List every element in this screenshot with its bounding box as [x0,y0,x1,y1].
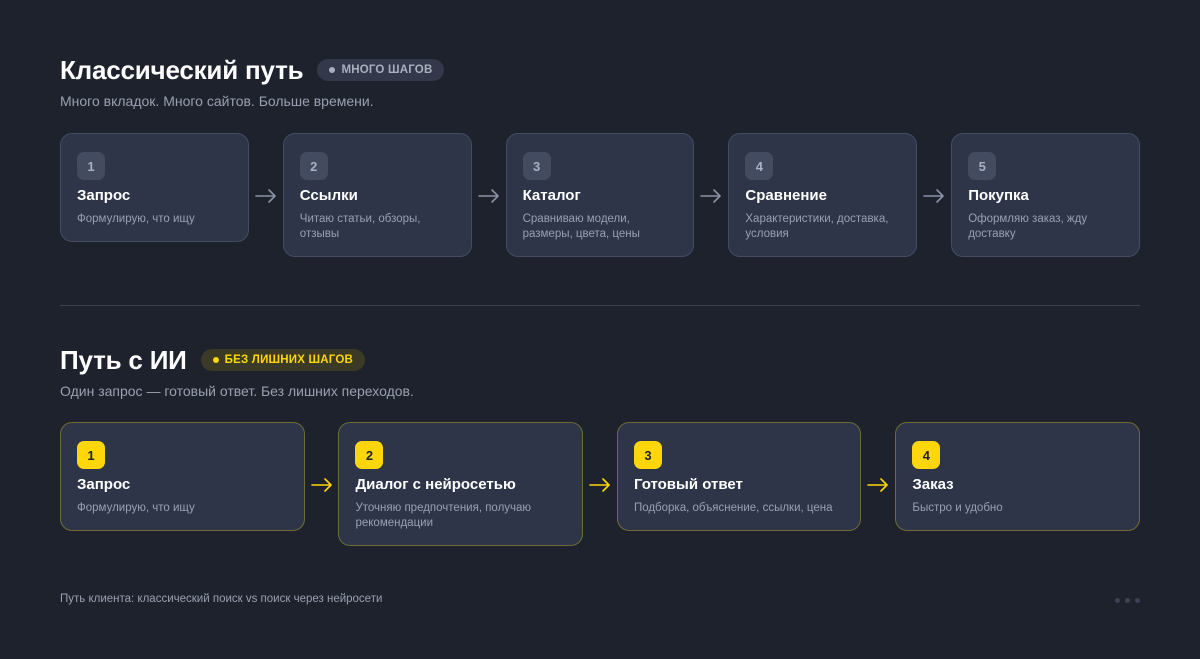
step-description: Читаю статьи, обзоры, отзывы [299,213,421,240]
classic-title: Классический путь [60,54,304,85]
ai-title: Путь с ИИ [60,344,187,375]
ai-step-card: 3 Готовый ответ Подборка, объяснение, сс… [616,422,862,531]
dot-icon [1115,598,1120,603]
step-number: 2 [299,152,328,180]
step-number: 1 [77,152,105,180]
classic-step-card: 1 Запрос Формулирую, что ищу [60,133,249,242]
ai-badge: БЕЗ ЛИШНИХ ШАГОВ [200,349,366,371]
classic-step-card: 3 Каталог Сравниваю модели, размеры, цве… [505,133,695,257]
step-title: Диалог с нейросетью [355,476,516,493]
dot-icon [212,357,219,363]
pagination-dots [1110,598,1140,603]
step-number: 3 [522,152,551,180]
dot-icon [1125,598,1130,603]
dot-icon [1135,598,1140,603]
step-description: Сравниваю модели, размеры, цвета, цены [522,213,640,240]
step-title: Заказ [912,476,954,493]
ai-badge-label: БЕЗ ЛИШНИХ ШАГОВ [224,354,354,366]
classic-step-card: 4 Сравнение Характеристики, доставка, ус… [728,133,918,257]
arrow-right-icon [472,184,506,208]
classic-steps: 1 Запрос Формулирую, что ищу 2 Ссылки Чи… [60,133,1141,257]
step-title: Каталог [522,187,581,204]
ai-step-card: 1 Запрос Формулирую, что ищу [60,422,305,531]
ai-steps: 1 Запрос Формулирую, что ищу 2 Диалог с … [60,422,1140,546]
step-description: Оформляю заказ, жду доставку [968,213,1088,240]
classic-subtitle: Много вкладок. Много сайтов. Больше врем… [60,93,374,109]
ai-title-row: Путь с ИИ БЕЗ ЛИШНИХ ШАГОВ [60,344,1140,376]
classic-badge-label: МНОГО ШАГОВ [341,64,433,76]
classic-title-row: Классический путь МНОГО ШАГОВ [60,54,1140,86]
arrow-right-icon [917,184,951,208]
arrow-right-icon [305,473,339,497]
ai-step-card: 4 Заказ Быстро и удобно [895,422,1140,531]
section-divider [60,305,1140,306]
classic-badge: МНОГО ШАГОВ [317,59,445,81]
step-title: Готовый ответ [633,476,743,493]
step-description: Характеристики, доставка, условия [745,213,889,240]
arrow-right-icon [694,184,728,208]
step-description: Подборка, объяснение, ссылки, цена [633,502,833,514]
arrow-right-icon [583,473,617,497]
classic-step-card: 5 Покупка Оформляю заказ, жду доставку [951,133,1141,257]
ai-subtitle: Один запрос — готовый ответ. Без лишних … [60,383,414,399]
step-number: 3 [633,441,662,469]
dot-icon [329,67,336,73]
ai-step-card: 2 Диалог с нейросетью Уточняю предпочтен… [338,422,584,546]
step-number: 1 [77,441,105,469]
step-title: Запрос [77,476,131,493]
step-description: Формулирую, что ищу [77,502,195,514]
footer-caption: Путь клиента: классический поиск vs поис… [60,593,383,605]
step-title: Покупка [968,187,1029,204]
step-number: 4 [912,441,941,469]
step-description: Формулирую, что ищу [77,213,195,225]
step-title: Запрос [77,187,131,204]
step-number: 5 [968,152,997,180]
step-description: Уточняю предпочтения, получаю рекомендац… [355,502,532,529]
step-title: Сравнение [745,187,827,204]
arrow-right-icon [861,473,895,497]
classic-step-card: 2 Ссылки Читаю статьи, обзоры, отзывы [282,133,472,257]
step-description: Быстро и удобно [912,502,1003,514]
step-number: 2 [355,441,384,469]
classic-path-section: Классический путь МНОГО ШАГОВ Много вкла… [60,54,1141,257]
step-title: Ссылки [299,187,358,204]
step-number: 4 [745,152,774,180]
ai-path-section: Путь с ИИ БЕЗ ЛИШНИХ ШАГОВ Один запрос —… [60,344,1140,546]
arrow-right-icon [249,184,283,208]
